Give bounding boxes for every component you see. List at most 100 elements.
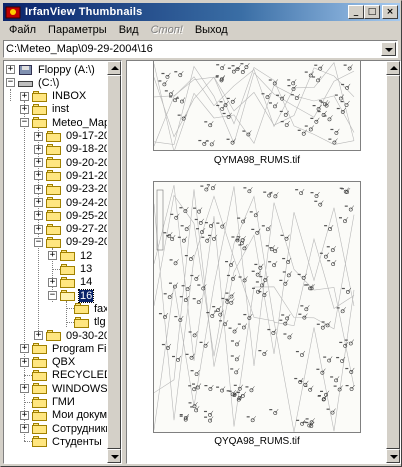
expand-icon[interactable]: + bbox=[20, 104, 29, 114]
expand-icon[interactable]: + bbox=[34, 158, 43, 168]
tree-node[interactable]: RECYCLED bbox=[32, 369, 113, 382]
weather-station-marker bbox=[204, 121, 214, 128]
tree-node[interactable]: 16 bbox=[60, 288, 95, 303]
collapse-icon[interactable]: − bbox=[20, 118, 29, 128]
expand-icon[interactable]: + bbox=[34, 171, 43, 181]
thumbnail-view[interactable]: QYMA98_RUMS.tif QYQA98_RUMS.tif bbox=[126, 60, 401, 464]
map-thumbnail-image[interactable] bbox=[153, 181, 361, 433]
tree-connector bbox=[52, 268, 60, 270]
tree-node[interactable]: Студенты bbox=[32, 435, 103, 448]
tree-node[interactable]: 13 bbox=[60, 263, 93, 276]
expand-icon[interactable]: + bbox=[34, 211, 43, 221]
expand-icon[interactable]: + bbox=[34, 224, 43, 234]
menu-exit[interactable]: Выход bbox=[189, 24, 234, 36]
menu-view[interactable]: Вид bbox=[113, 24, 145, 36]
weather-station-marker bbox=[184, 254, 195, 261]
scroll-up-button[interactable] bbox=[386, 61, 400, 75]
weather-station-marker bbox=[168, 282, 179, 289]
weather-station-marker bbox=[319, 252, 330, 259]
expand-icon[interactable]: + bbox=[20, 344, 29, 354]
weather-station-marker bbox=[179, 295, 190, 302]
tree-node[interactable]: QBX bbox=[32, 356, 76, 369]
weather-station-marker bbox=[279, 319, 289, 326]
floppy-icon bbox=[18, 64, 34, 76]
path-dropdown-button[interactable] bbox=[381, 42, 396, 56]
folder-icon bbox=[46, 170, 62, 182]
chevron-down-icon bbox=[385, 48, 393, 52]
folder-icon bbox=[32, 343, 48, 355]
scroll-up-button[interactable] bbox=[107, 61, 121, 75]
expand-icon[interactable]: + bbox=[34, 144, 43, 154]
menu-stop[interactable]: Стоп! bbox=[145, 24, 189, 36]
scrollbar-thumb[interactable] bbox=[107, 75, 121, 449]
collapse-icon[interactable]: − bbox=[34, 237, 43, 247]
weather-station-marker bbox=[323, 356, 333, 363]
tree-connector bbox=[24, 374, 32, 376]
expand-icon[interactable]: + bbox=[48, 277, 57, 287]
tree-node[interactable]: Floppy (A:\) bbox=[18, 63, 96, 76]
collapse-icon[interactable]: − bbox=[6, 78, 15, 88]
folder-icon bbox=[32, 103, 48, 115]
weather-station-marker bbox=[174, 315, 184, 322]
menu-file[interactable]: Файл bbox=[3, 24, 42, 36]
weather-station-marker bbox=[246, 416, 256, 423]
tree-node[interactable]: tlg bbox=[74, 316, 107, 329]
expand-icon[interactable]: + bbox=[20, 384, 29, 394]
close-button[interactable]: × bbox=[382, 5, 398, 19]
weather-station-marker bbox=[226, 274, 237, 281]
weather-station-marker bbox=[295, 350, 306, 357]
collapse-icon[interactable]: − bbox=[48, 291, 57, 301]
expand-icon[interactable]: + bbox=[20, 410, 29, 420]
tree-node[interactable]: 12 bbox=[60, 249, 93, 262]
tree-node[interactable]: fax bbox=[74, 302, 110, 315]
menu-bar: Файл Параметры Вид Стоп! Выход bbox=[3, 21, 400, 39]
weather-station-marker bbox=[177, 236, 188, 243]
tree-node[interactable]: Meteo_Map bbox=[32, 116, 111, 129]
weather-station-marker bbox=[205, 140, 215, 147]
minimize-button[interactable]: _ bbox=[348, 5, 364, 19]
thumbnail-scrollbar[interactable] bbox=[386, 61, 400, 463]
folder-tree[interactable]: + Floppy (A:\) − (C:\) + INBOX + inst − Meteo_Map… bbox=[3, 60, 122, 464]
tree-node[interactable]: inst bbox=[32, 103, 70, 116]
expand-icon[interactable]: + bbox=[34, 198, 43, 207]
expand-icon[interactable]: + bbox=[48, 251, 57, 261]
scroll-down-button[interactable] bbox=[107, 449, 121, 463]
scrollbar-thumb[interactable] bbox=[386, 75, 400, 449]
expand-icon[interactable]: + bbox=[20, 357, 29, 367]
expand-icon[interactable]: + bbox=[34, 184, 43, 194]
tree-node[interactable]: INBOX bbox=[32, 90, 87, 103]
weather-station-marker bbox=[287, 79, 297, 86]
expand-icon[interactable]: + bbox=[20, 91, 29, 101]
weather-station-marker bbox=[344, 205, 354, 212]
folder-icon bbox=[46, 143, 62, 155]
scroll-down-button[interactable] bbox=[386, 449, 400, 463]
expand-icon[interactable]: + bbox=[34, 131, 43, 141]
weather-station-marker bbox=[245, 386, 255, 393]
path-input[interactable] bbox=[6, 42, 376, 56]
expand-icon[interactable]: + bbox=[20, 424, 29, 434]
path-combobox[interactable] bbox=[3, 40, 398, 58]
weather-station-marker bbox=[261, 93, 271, 100]
expand-icon[interactable]: + bbox=[34, 331, 43, 340]
map-contour-line bbox=[154, 194, 355, 357]
expand-icon[interactable]: + bbox=[6, 65, 15, 74]
tree-node[interactable]: ГМИ bbox=[32, 396, 76, 409]
title-bar[interactable]: IrfanView Thumbnails _ □ × bbox=[3, 3, 400, 21]
tree-node[interactable]: 14 bbox=[60, 276, 93, 289]
tree-scrollbar[interactable] bbox=[107, 61, 121, 463]
map-contour-line bbox=[154, 189, 355, 394]
tree-node[interactable]: (C:\) bbox=[18, 76, 60, 89]
menu-options[interactable]: Параметры bbox=[42, 24, 113, 36]
tree-connector bbox=[66, 301, 67, 327]
folder-icon bbox=[32, 423, 48, 435]
weather-station-marker bbox=[169, 259, 179, 266]
maximize-button[interactable]: □ bbox=[364, 5, 380, 19]
weather-station-marker bbox=[192, 297, 202, 305]
map-thumbnail-image[interactable] bbox=[153, 61, 361, 151]
weather-station-marker bbox=[279, 110, 289, 117]
tree-node[interactable]: WINDOWS bbox=[32, 382, 109, 395]
weather-station-marker bbox=[330, 128, 340, 135]
weather-station-marker bbox=[225, 260, 235, 267]
weather-station-marker bbox=[243, 187, 253, 194]
tree-node[interactable]: Сотрудники bbox=[32, 422, 113, 435]
